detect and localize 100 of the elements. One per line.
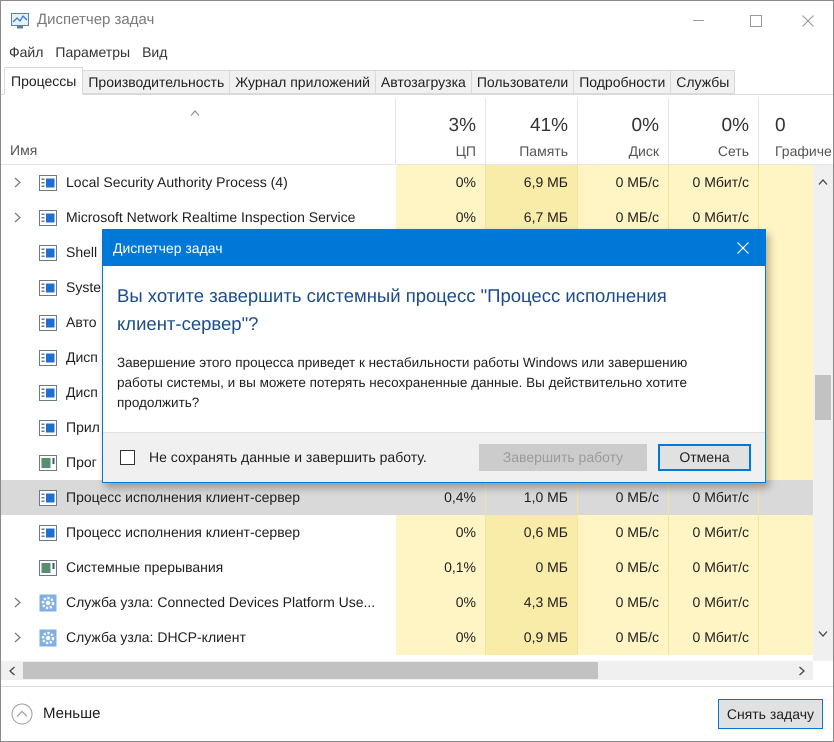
tab[interactable]: Пользователи	[472, 70, 574, 94]
column-header[interactable]: 41% Память	[486, 98, 578, 164]
table-cell-text: 0%	[456, 523, 476, 542]
table-cell-text: 6,9 МБ	[524, 173, 568, 192]
process-name: Syste	[66, 278, 102, 297]
menu-item[interactable]: Параметры	[55, 42, 130, 62]
column-header[interactable]: Имя	[10, 140, 395, 161]
scroll-down-icon[interactable]	[818, 631, 828, 637]
sort-caret-icon[interactable]	[190, 110, 200, 116]
dialog-button[interactable]: Отмена	[658, 444, 751, 471]
table-cell-text: 0%	[456, 593, 476, 612]
tab[interactable]: Журнал приложений	[230, 70, 376, 94]
table-cell-text: 0 Мбит/с	[692, 488, 749, 507]
checkbox-label[interactable]: Не сохранять данные и завершить работу.	[149, 447, 427, 468]
process-name: Прог	[66, 453, 97, 472]
table-cell-text: 0,9 МБ	[524, 628, 568, 647]
scroll-left-icon[interactable]	[9, 666, 15, 676]
chevron-right-icon[interactable]	[14, 177, 20, 188]
tab[interactable]: Процессы	[4, 67, 84, 95]
table-cell-text: 0 МБ/с	[616, 628, 659, 647]
column-header[interactable]: 0% Сеть	[669, 98, 759, 164]
scrollbar-thumb[interactable]	[23, 662, 598, 679]
table-cell-text: 0 Мбит/с	[692, 523, 749, 542]
app-window-icon	[39, 244, 57, 260]
chevron-right-icon[interactable]	[14, 597, 20, 608]
app-window-icon	[39, 280, 57, 296]
column-total: 3%	[448, 114, 476, 138]
window-icon	[39, 454, 57, 470]
chevron-right-icon[interactable]	[14, 212, 20, 223]
scroll-up-icon[interactable]	[818, 179, 828, 185]
tab[interactable]: Производительность	[83, 70, 230, 94]
horizontal-scrollbar[interactable]	[1, 661, 813, 680]
table-cell-text: 0%	[456, 628, 476, 647]
fewer-details-link[interactable]: Меньше	[43, 702, 100, 726]
table-cell-text: 0 МБ/с	[616, 593, 659, 612]
menu-item[interactable]: Файл	[9, 42, 44, 62]
process-row[interactable]: Процесс исполнения клиент-сервер 0% 0,6 МБ 0 МБ/с 0 Мбит/с	[1, 515, 813, 550]
menu-item[interactable]: Вид	[142, 42, 168, 62]
app-window-icon	[39, 490, 57, 506]
collapse-up-icon[interactable]	[11, 703, 33, 725]
table-cell-text: 0 МБ	[535, 558, 568, 577]
table-cell-text: 0 МБ/с	[616, 523, 659, 542]
table-cell-text: 0,6 МБ	[524, 523, 568, 542]
tab[interactable]: Службы	[671, 70, 736, 94]
table-cell-text: 0 Мбит/с	[692, 208, 749, 227]
scrollbar-thumb[interactable]	[815, 375, 831, 420]
process-name: Local Security Authority Process (4)	[66, 173, 288, 192]
column-total: 0%	[722, 114, 749, 138]
column-label: Память	[519, 142, 568, 160]
process-row[interactable]: Процесс исполнения клиент-сервер 0,4% 1,0 МБ 0 МБ/с 0 Мбит/с	[1, 480, 813, 515]
app-window-icon	[39, 350, 57, 366]
column-label: Диск	[628, 142, 659, 161]
monitor-chart-icon	[11, 12, 29, 28]
end-task-button[interactable]: Снять задачу	[718, 699, 823, 729]
table-cell-text: 0,1%	[444, 558, 476, 577]
table-cell-text: 0,4%	[444, 488, 476, 507]
tab[interactable]: Подробности	[574, 70, 672, 94]
column-label: Графиче	[775, 142, 832, 161]
process-name: Дисп	[66, 383, 98, 402]
app-window-icon	[39, 210, 57, 226]
table-cell-text: 1,0 МБ	[524, 488, 568, 507]
table-cell-text: 0 Мбит/с	[692, 593, 749, 612]
column-header[interactable]: 3% ЦП	[396, 98, 486, 164]
dialog-message: Завершение этого процесса приведет к нестабильности работы Windows или завершению работы системы, и вы можете потерять несохраненные данные. Вы действительно хотите продолжить?	[117, 354, 688, 412]
scroll-right-icon[interactable]	[799, 666, 805, 676]
process-name: Служба узла: DHCP-клиент	[66, 628, 246, 647]
process-name: Дисп	[66, 348, 98, 367]
column-total: 41%	[530, 114, 568, 138]
process-name: Процесс исполнения клиент-сервер	[66, 488, 300, 507]
app-window-icon	[39, 524, 57, 540]
window-title: Диспетчер задач	[37, 10, 154, 30]
vertical-scrollbar[interactable]	[813, 165, 833, 661]
gear-icon	[39, 594, 57, 612]
chevron-right-icon[interactable]	[14, 632, 20, 643]
minimize-icon[interactable]	[692, 20, 704, 22]
table-cell-text: 4,3 МБ	[524, 593, 568, 612]
process-row[interactable]: Служба узла: Connected Devices Platform Use... 0% 4,3 МБ 0 МБ/с 0 Мбит/с	[1, 585, 813, 620]
app-window-icon	[39, 174, 57, 190]
gear-icon	[39, 628, 57, 646]
table-cell-text: 0 МБ/с	[616, 173, 659, 192]
column-header[interactable]: 0 Графиче	[759, 98, 833, 164]
tab[interactable]: Автозагрузка	[376, 70, 472, 94]
process-name: Microsoft Network Realtime Inspection Service	[66, 208, 356, 227]
process-name: Процесс исполнения клиент-сервер	[66, 523, 300, 542]
window-icon	[39, 560, 57, 576]
process-row[interactable]: Служба узла: DHCP-клиент 0% 0,9 МБ 0 МБ/с 0 Мбит/с	[1, 620, 813, 655]
checkbox[interactable]	[120, 450, 135, 465]
column-header[interactable]: 0% Диск	[578, 98, 669, 164]
table-cell-text: 0%	[456, 173, 476, 192]
dialog-title: Диспетчер задач	[113, 238, 223, 258]
process-row[interactable]: Системные прерывания 0,1% 0 МБ 0 МБ/с 0 Мбит/с	[1, 550, 813, 585]
close-icon[interactable]	[802, 14, 814, 26]
dialog-heading: Вы хотите завершить системный процесс "Процесс исполнения клиент-сервер"?	[117, 284, 668, 336]
table-cell-text: 0 Мбит/с	[692, 558, 749, 577]
table-cell-text: 0 Мбит/с	[692, 628, 749, 647]
process-name: Прил	[66, 418, 100, 437]
process-row[interactable]: Local Security Authority Process (4) 0% 6,9 МБ 0 МБ/с 0 Мбит/с	[1, 165, 813, 200]
maximize-icon[interactable]	[750, 14, 762, 26]
process-name: Shell	[66, 243, 98, 262]
table-cell-text: 6,7 МБ	[524, 208, 568, 227]
